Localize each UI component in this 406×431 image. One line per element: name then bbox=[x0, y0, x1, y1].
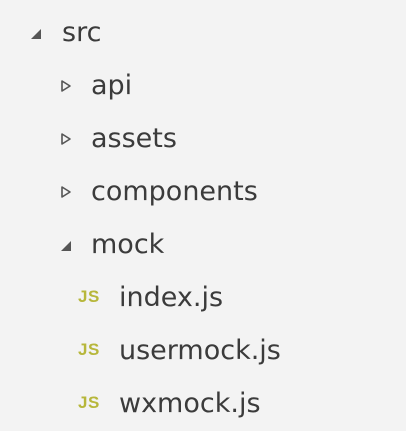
folder-src[interactable]: src bbox=[0, 6, 406, 60]
js-file-icon: JS bbox=[78, 393, 100, 412]
file-label: index.js bbox=[119, 281, 224, 313]
folder-label: components bbox=[91, 175, 258, 207]
js-file-icon: JS bbox=[78, 340, 100, 359]
chevron-down-icon[interactable] bbox=[60, 238, 72, 252]
folder-label: src bbox=[62, 16, 102, 48]
file-usermock-js[interactable]: JS usermock.js bbox=[0, 324, 406, 378]
folder-assets[interactable]: assets bbox=[0, 112, 406, 166]
chevron-right-icon[interactable] bbox=[60, 185, 72, 199]
chevron-right-icon[interactable] bbox=[60, 79, 72, 93]
file-index-js[interactable]: JS index.js bbox=[0, 271, 406, 325]
file-label: usermock.js bbox=[119, 334, 281, 366]
folder-components[interactable]: components bbox=[0, 165, 406, 219]
folder-api[interactable]: api bbox=[0, 59, 406, 113]
folder-label: api bbox=[91, 69, 133, 101]
chevron-down-icon[interactable] bbox=[30, 26, 42, 40]
folder-label: mock bbox=[91, 228, 165, 260]
file-wxmock-js[interactable]: JS wxmock.js bbox=[0, 377, 406, 431]
chevron-right-icon[interactable] bbox=[60, 132, 72, 146]
file-label: wxmock.js bbox=[119, 387, 261, 419]
js-file-icon: JS bbox=[78, 287, 100, 306]
file-explorer-tree: src api assets components mock JS index.… bbox=[0, 0, 406, 426]
folder-mock[interactable]: mock bbox=[0, 218, 406, 272]
folder-label: assets bbox=[91, 122, 177, 154]
